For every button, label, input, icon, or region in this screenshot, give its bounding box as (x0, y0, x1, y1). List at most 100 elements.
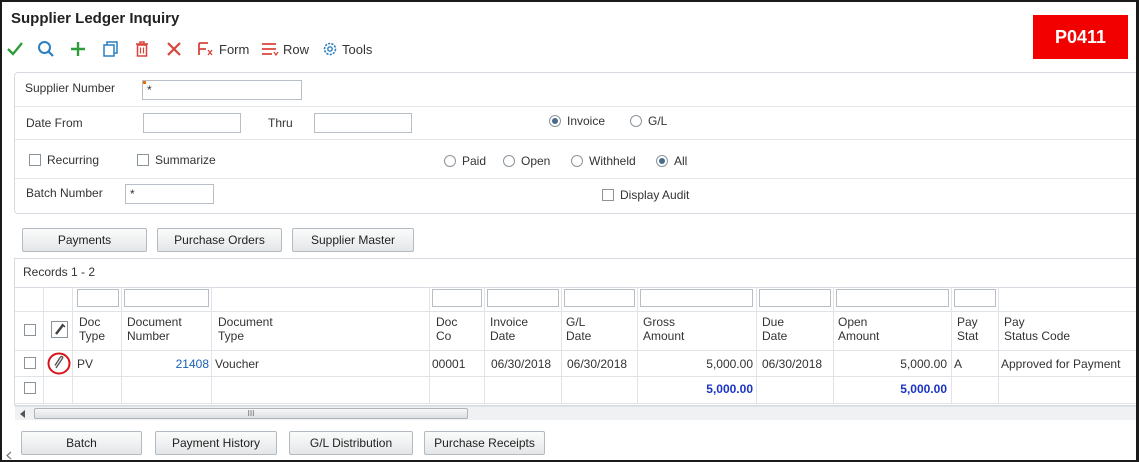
invoice-radio[interactable]: Invoice (549, 114, 605, 128)
header-due-date[interactable]: Due Date (762, 315, 787, 343)
delete-button[interactable] (133, 38, 151, 60)
radio-selected (656, 155, 668, 167)
paid-radio[interactable]: Paid (444, 154, 486, 168)
form-menu[interactable]: Form (196, 38, 249, 60)
header-gross-amount[interactable]: Gross Amount (643, 315, 684, 343)
document-number-link[interactable]: 21408 (121, 357, 209, 371)
supplier-number-label: Supplier Number (25, 81, 116, 95)
totals-row: 5,000.00 5,000.00 (15, 377, 1136, 401)
filter-document-number[interactable] (124, 289, 209, 307)
header-document-number[interactable]: Document Number (127, 315, 182, 343)
filter-open-amount[interactable] (836, 289, 949, 307)
thru-label: Thru (268, 116, 293, 130)
purchase-orders-button[interactable]: Purchase Orders (157, 228, 282, 252)
plus-icon (71, 42, 85, 56)
app-code-badge: P0411 (1033, 15, 1128, 59)
open-amount-total: 5,000.00 (900, 382, 947, 396)
gross-amount-total: 5,000.00 (706, 382, 753, 396)
trash-icon (136, 41, 148, 57)
header-doc-type[interactable]: Doc Type (79, 315, 105, 343)
scroll-left-arrow[interactable] (16, 407, 30, 420)
find-button[interactable] (37, 38, 55, 60)
pay-stat-cell: A (954, 357, 963, 371)
withheld-radio[interactable]: Withheld (571, 154, 636, 168)
radio-unselected (571, 155, 583, 167)
header-gl-date[interactable]: G/L Date (566, 315, 591, 343)
header-document-type[interactable]: Document Type (218, 315, 273, 343)
all-radio[interactable]: All (656, 154, 687, 168)
supplier-number-field[interactable]: * (142, 80, 302, 100)
open-amount-cell: 5,000.00 (900, 357, 947, 371)
paid-radio-label: Paid (462, 154, 487, 168)
batch-number-label: Batch Number (26, 186, 103, 200)
row-checkbox[interactable] (24, 357, 36, 369)
gross-amount-cell: 5,000.00 (706, 357, 753, 371)
pay-status-code-cell: Approved for Payment (1001, 357, 1121, 371)
display-audit-checkbox[interactable]: Display Audit (602, 188, 689, 202)
divider (15, 139, 1136, 140)
gl-radio[interactable]: G/L (630, 114, 667, 128)
grid-top-border (15, 287, 1136, 288)
chevron-left-icon (20, 409, 25, 418)
filter-gross-amount[interactable] (640, 289, 753, 307)
supplier-master-button[interactable]: Supplier Master (292, 228, 414, 252)
form-menu-label: Form (219, 41, 250, 57)
summarize-checkbox[interactable]: Summarize (137, 153, 216, 167)
row-menu[interactable]: Row (260, 38, 309, 60)
copy-icon (103, 41, 118, 57)
document-type-cell: Voucher (215, 357, 260, 371)
title-bar: Supplier Ledger Inquiry (2, 2, 1136, 36)
checkbox-box (29, 154, 41, 166)
summarize-label: Summarize (155, 153, 216, 167)
records-count: Records 1 - 2 (23, 265, 96, 279)
totals-row-checkbox[interactable] (24, 382, 36, 394)
batch-button[interactable]: Batch (21, 431, 142, 455)
filter-invoice-date[interactable] (487, 289, 559, 307)
grid-row-line (15, 311, 1136, 312)
gl-radio-label: G/L (648, 114, 668, 128)
page-title: Supplier Ledger Inquiry (11, 10, 180, 27)
withheld-radio-label: Withheld (589, 154, 636, 168)
filter-doc-type[interactable] (77, 289, 119, 307)
copy-button[interactable] (102, 38, 120, 60)
payments-button[interactable]: Payments (22, 228, 147, 252)
ok-button[interactable] (6, 38, 24, 60)
header-doc-co[interactable]: Doc Co (436, 315, 457, 343)
cancel-button[interactable] (165, 38, 183, 60)
date-from-label: Date From (26, 116, 83, 130)
header-pay-stat[interactable]: Pay Stat (957, 315, 978, 343)
collapse-arrow-icon[interactable] (5, 451, 13, 460)
filter-pay-stat[interactable] (954, 289, 996, 307)
batch-number-field[interactable]: * (125, 184, 214, 204)
row-icon (262, 43, 279, 57)
date-from-field[interactable] (143, 113, 241, 133)
horizontal-scrollbar[interactable]: III (15, 406, 1136, 420)
header-pay-status-code[interactable]: Pay Status Code (1004, 315, 1070, 343)
due-date-cell: 06/30/2018 (762, 357, 823, 371)
header-open-amount[interactable]: Open Amount (838, 315, 879, 343)
filter-due-date[interactable] (759, 289, 831, 307)
recurring-label: Recurring (47, 153, 100, 167)
grid-row-line (15, 403, 1136, 404)
select-all-checkbox[interactable] (24, 324, 36, 336)
recurring-checkbox[interactable]: Recurring (29, 153, 99, 167)
filter-gl-date[interactable] (564, 289, 635, 307)
form-icon (198, 42, 213, 56)
scroll-thumb[interactable]: III (34, 408, 468, 419)
header-invoice-date[interactable]: Invoice Date (490, 315, 528, 343)
gl-date-cell: 06/30/2018 (567, 357, 628, 371)
radio-selected (549, 115, 561, 127)
gl-distribution-button[interactable]: G/L Distribution (289, 431, 413, 455)
table-row[interactable]: PV 21408 Voucher 00001 06/30/2018 06/30/… (15, 351, 1136, 376)
payment-history-button[interactable]: Payment History (155, 431, 277, 455)
filter-doc-co[interactable] (432, 289, 482, 307)
scroll-grip: III (247, 409, 255, 418)
checkbox-box (137, 154, 149, 166)
purchase-receipts-button[interactable]: Purchase Receipts (424, 431, 545, 455)
thru-field[interactable] (314, 113, 412, 133)
attachment-icon[interactable] (47, 352, 71, 375)
tools-menu[interactable]: Tools (321, 38, 372, 60)
open-radio[interactable]: Open (503, 154, 550, 168)
add-button[interactable] (69, 38, 87, 60)
divider (15, 178, 1136, 179)
